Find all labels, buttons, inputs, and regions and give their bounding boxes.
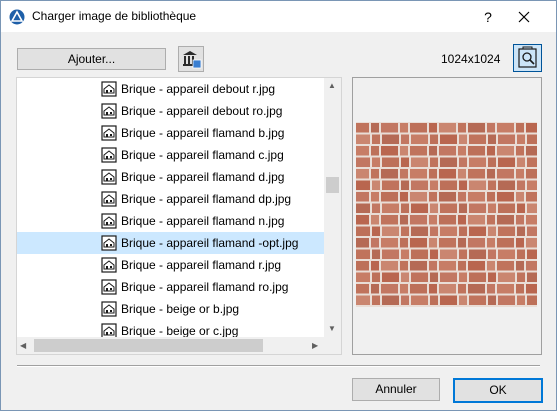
image-file-icon xyxy=(101,191,117,207)
file-name: Brique - appareil flamand c.jpg xyxy=(121,148,284,162)
scroll-right-icon[interactable]: ▶ xyxy=(312,341,318,351)
file-list-item[interactable]: Brique - beige or b.jpg xyxy=(17,298,324,320)
file-list-item[interactable]: Brique - appareil flamand dp.jpg xyxy=(17,188,324,210)
horizontal-scroll-thumb[interactable] xyxy=(34,339,263,352)
image-file-icon xyxy=(101,235,117,251)
image-file-icon xyxy=(101,279,117,295)
file-name: Brique - appareil debout r.jpg xyxy=(121,82,276,96)
scroll-corner xyxy=(324,337,341,354)
cancel-button[interactable]: Annuler xyxy=(352,378,440,401)
add-button[interactable]: Ajouter... xyxy=(17,48,166,70)
preview-magnify-icon xyxy=(518,46,537,68)
footer-separator xyxy=(17,365,540,367)
file-list[interactable]: Brique - beige or c.jpg Brique - beige or… xyxy=(16,77,342,355)
library-building-icon xyxy=(183,51,202,69)
image-file-icon xyxy=(101,213,117,229)
image-file-icon xyxy=(101,169,117,185)
brick-texture-preview xyxy=(356,122,537,307)
scroll-left-icon[interactable]: ◀ xyxy=(20,341,26,351)
file-name: Brique - appareil flamand d.jpg xyxy=(121,170,285,184)
help-button[interactable]: ? xyxy=(476,5,500,29)
horizontal-scrollbar[interactable]: ◀ ▶ xyxy=(17,337,324,354)
preview-toggle-button[interactable] xyxy=(513,44,542,72)
file-list-item[interactable]: Brique - appareil flamand d.jpg xyxy=(17,166,324,188)
file-list-item[interactable]: Brique - appareil flamand n.jpg xyxy=(17,210,324,232)
scroll-down-icon[interactable]: ▼ xyxy=(328,324,336,334)
file-name: Brique - appareil flamand n.jpg xyxy=(121,214,285,228)
file-list-item[interactable]: Brique - appareil flamand b.jpg xyxy=(17,122,324,144)
vertical-scrollbar[interactable]: ▲ ▼ xyxy=(324,78,341,337)
file-list-item[interactable]: Brique - appareil flamand ro.jpg xyxy=(17,276,324,298)
image-file-icon xyxy=(101,125,117,141)
load-library-image-dialog: Charger image de bibliothèque ? Ajouter.… xyxy=(0,0,557,411)
title-bar: Charger image de bibliothèque ? xyxy=(1,1,556,32)
close-icon[interactable] xyxy=(512,5,536,29)
window-title: Charger image de bibliothèque xyxy=(32,9,197,23)
archicad-logo-icon xyxy=(9,9,25,25)
image-file-icon xyxy=(101,147,117,163)
file-list-item[interactable]: Brique - appareil flamand r.jpg xyxy=(17,254,324,276)
file-name: Brique - appareil flamand r.jpg xyxy=(121,258,282,272)
file-name: Brique - appareil flamand ro.jpg xyxy=(121,280,289,294)
image-file-icon xyxy=(101,103,117,119)
image-file-icon xyxy=(101,81,117,97)
file-name: Brique - beige or c.jpg xyxy=(121,324,239,338)
file-name: Brique - appareil flamand dp.jpg xyxy=(121,192,292,206)
file-name: Brique - appareil debout ro.jpg xyxy=(121,104,283,118)
image-file-icon xyxy=(101,301,117,317)
image-preview-panel xyxy=(352,77,542,355)
file-name: Brique - beige or b.jpg xyxy=(121,302,240,316)
scroll-up-icon[interactable]: ▲ xyxy=(328,81,336,91)
vertical-scroll-thumb[interactable] xyxy=(326,177,339,193)
library-button[interactable] xyxy=(178,46,204,72)
file-list-item[interactable]: Brique - appareil debout ro.jpg xyxy=(17,100,324,122)
image-file-icon xyxy=(101,257,117,273)
image-dimensions: 1024x1024 xyxy=(441,52,501,66)
file-list-item[interactable]: Brique - appareil flamand -opt.jpg xyxy=(17,232,324,254)
ok-button[interactable]: OK xyxy=(453,378,543,403)
file-name: Brique - appareil flamand -opt.jpg xyxy=(121,236,299,250)
file-name: Brique - appareil flamand b.jpg xyxy=(121,126,285,140)
file-list-item[interactable]: Brique - appareil flamand c.jpg xyxy=(17,144,324,166)
file-list-item[interactable]: Brique - appareil debout r.jpg xyxy=(17,78,324,100)
